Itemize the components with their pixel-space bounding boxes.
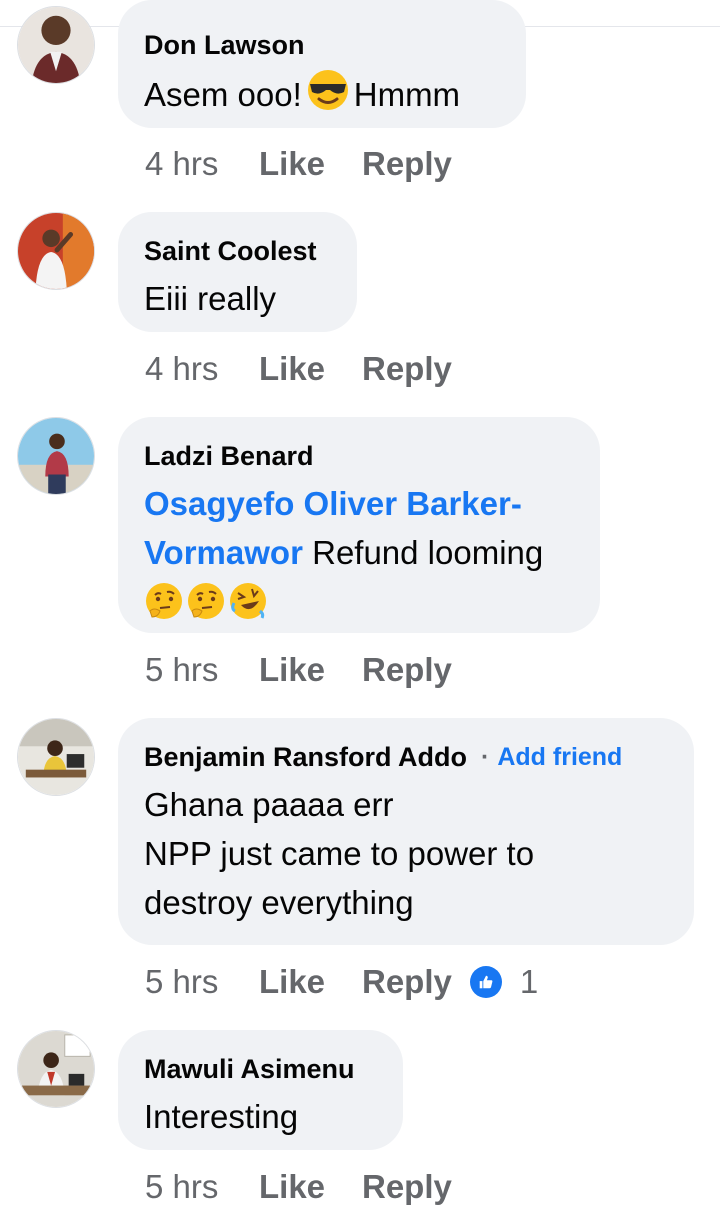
comment-actions: 5 hrs Like Reply 1 <box>145 962 538 1002</box>
thumbs-up-icon <box>469 966 502 998</box>
comment-author[interactable]: Ladzi Benard <box>144 439 314 473</box>
emoji-row <box>144 581 574 621</box>
reply-button[interactable]: Reply <box>362 1167 452 1207</box>
timestamp[interactable]: 5 hrs <box>145 1167 259 1207</box>
reply-button[interactable]: Reply <box>362 349 452 389</box>
comment-actions: 5 hrs Like Reply <box>145 650 452 690</box>
like-button[interactable]: Like <box>259 144 362 184</box>
comment-author[interactable]: Benjamin Ransford Addo <box>144 740 467 774</box>
comment-text: Eiii really <box>144 280 277 317</box>
comment-author[interactable]: Don Lawson <box>144 28 305 62</box>
comment-text: Osagyefo Oliver Barker- Vormawor Refund … <box>144 485 544 571</box>
timestamp[interactable]: 4 hrs <box>145 144 259 184</box>
like-button[interactable]: Like <box>259 650 362 690</box>
thinking-emoji-icon <box>188 583 224 619</box>
reaction-count: 1 <box>519 963 539 1000</box>
comment-bubble: Benjamin Ransford Addo · Add friend Ghana… <box>118 718 694 945</box>
comment-author[interactable]: Saint Coolest <box>144 234 317 268</box>
comment-bubble: Saint Coolest Eiii really <box>118 212 357 332</box>
comment-text: Asem ooo! Hmmm <box>144 68 500 119</box>
comment-text: Ghana paaaa err NPP just came to power t… <box>144 786 535 921</box>
like-button[interactable]: Like <box>259 962 362 1002</box>
comment-text: Interesting <box>144 1098 299 1135</box>
avatar[interactable] <box>17 417 95 495</box>
avatar[interactable] <box>17 718 95 796</box>
avatar[interactable] <box>17 212 95 290</box>
like-button[interactable]: Like <box>259 349 362 389</box>
rolling-laughing-emoji-icon <box>230 583 266 619</box>
mention-link[interactable]: Osagyefo Oliver Barker- <box>144 485 522 522</box>
thinking-emoji-icon <box>146 583 182 619</box>
avatar[interactable] <box>17 1030 95 1108</box>
comment-actions: 4 hrs Like Reply <box>145 144 452 184</box>
reply-button[interactable]: Reply <box>362 650 452 690</box>
avatar[interactable] <box>17 6 95 84</box>
reply-button[interactable]: Reply <box>362 144 452 184</box>
reaction-summary[interactable]: 1 <box>469 962 539 1002</box>
comment-bubble: Mawuli Asimenu Interesting <box>118 1030 403 1150</box>
reply-button[interactable]: Reply <box>362 962 452 1002</box>
timestamp[interactable]: 5 hrs <box>145 650 259 690</box>
add-friend-link[interactable]: · Add friend <box>481 743 622 772</box>
comment-bubble: Don Lawson Asem ooo! Hmmm <box>118 0 526 128</box>
comment-actions: 4 hrs Like Reply <box>145 349 452 389</box>
like-button[interactable]: Like <box>259 1167 362 1207</box>
comment-bubble: Ladzi Benard Osagyefo Oliver Barker- Vor… <box>118 417 600 633</box>
timestamp[interactable]: 5 hrs <box>145 962 259 1002</box>
sunglasses-emoji-icon <box>306 68 350 112</box>
timestamp[interactable]: 4 hrs <box>145 349 259 389</box>
comment-actions: 5 hrs Like Reply <box>145 1167 452 1207</box>
mention-link[interactable]: Vormawor <box>144 534 303 571</box>
comment-author[interactable]: Mawuli Asimenu <box>144 1052 355 1086</box>
